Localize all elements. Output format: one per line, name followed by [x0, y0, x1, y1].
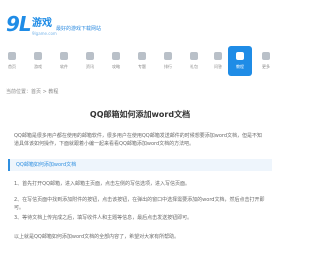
- nav-label: 问答: [214, 64, 222, 69]
- section-heading-text: QQ邮箱如何添加word文档: [16, 162, 77, 168]
- home-icon: [8, 52, 16, 60]
- breadcrumb[interactable]: 当前位置：首页 > 教程: [6, 89, 58, 96]
- nav-label: 专题: [138, 64, 146, 69]
- nav-label: 教程: [236, 64, 244, 69]
- news-icon: [86, 52, 94, 60]
- nav-label: 礼包: [190, 64, 198, 69]
- nav-item-home[interactable]: 首页: [0, 46, 24, 76]
- logo-subtext: 9lgame.com: [32, 31, 57, 36]
- article-paragraph: 1、首先打开QQ邮箱，进入邮箱主页面，点击左侧的写信选项，进入写信页面。: [14, 181, 191, 187]
- article-title: QQ邮箱如何添加word文档: [89, 110, 191, 119]
- article-paragraph: QQ邮箱是很多用户都在使用的邮箱软件，很多用户在使用QQ邮箱发送邮件的时候想要添…: [14, 133, 263, 147]
- nav-item-rank[interactable]: 排行: [156, 46, 180, 76]
- nav-item-more[interactable]: 更多: [254, 46, 278, 76]
- rank-icon: [164, 52, 172, 60]
- topic-icon: [138, 52, 146, 60]
- nav-label: 攻略: [112, 64, 120, 69]
- nav-label: 排行: [164, 64, 172, 69]
- gift-icon: [190, 52, 198, 60]
- nav-item-game[interactable]: 游戏: [26, 46, 50, 76]
- logo-mark: 9L: [6, 12, 32, 36]
- nav-label: 资讯: [86, 64, 94, 69]
- more-icon: [262, 52, 270, 60]
- nav-label: 更多: [262, 64, 270, 69]
- qa-icon: [214, 52, 222, 60]
- article-paragraph: 3、等待文档上传完成之后，填写收件人和主题等信息，最后点击发送按钮即可。: [14, 215, 193, 221]
- nav-label: 软件: [60, 64, 68, 69]
- nav-item-qa[interactable]: 问答: [206, 46, 230, 76]
- app-icon: [60, 52, 68, 60]
- nav-item-topic[interactable]: 专题: [130, 46, 154, 76]
- guide-icon: [112, 52, 120, 60]
- nav-label: 游戏: [34, 64, 42, 69]
- section-heading: QQ邮箱如何添加word文档: [8, 159, 272, 171]
- nav-item-guide[interactable]: 攻略: [104, 46, 128, 76]
- nav-item-app[interactable]: 软件: [52, 46, 76, 76]
- article-paragraph: 2、在写信页面中找到添加附件的按钮，点击该按钮，在弹出的窗口中选择需要添加的wo…: [14, 197, 265, 211]
- site-logo[interactable]: 9L 游戏 9lgame.com: [6, 12, 57, 40]
- nav-label: 首页: [8, 64, 16, 69]
- site-slogan: 最好的游戏下载网站: [56, 26, 102, 32]
- tutorial-icon: [236, 52, 244, 60]
- logo-text: 游戏: [32, 18, 52, 29]
- nav-item-gift[interactable]: 礼包: [182, 46, 206, 76]
- article-paragraph: 以上就是QQ邮箱如何添加word文档的全部内容了，希望对大家有所帮助。: [14, 234, 180, 240]
- site-header: 9L 游戏 9lgame.com 最好的游戏下载网站: [0, 0, 280, 44]
- main-nav: 首页 游戏 软件 资讯 攻略 专题 排行 礼包 问答 教程 更多: [0, 46, 280, 80]
- nav-item-news[interactable]: 资讯: [78, 46, 102, 76]
- game-icon: [34, 52, 42, 60]
- nav-item-tutorial[interactable]: 教程: [228, 46, 252, 76]
